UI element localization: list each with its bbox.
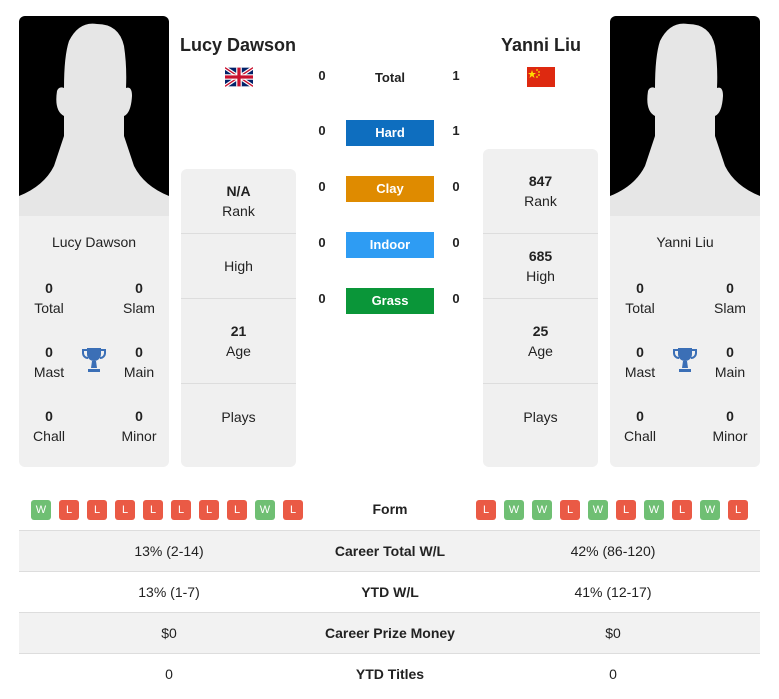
player2-form-badge[interactable]: W bbox=[588, 500, 608, 520]
player2-form-badge[interactable]: L bbox=[560, 500, 580, 520]
trophy-icon bbox=[673, 347, 697, 373]
title-chall: 0 Chall bbox=[624, 408, 656, 444]
p2-high: 685 High bbox=[483, 234, 598, 299]
surface-clay-button[interactable]: Clay bbox=[346, 176, 434, 202]
player1-name-heading[interactable]: Lucy Dawson bbox=[158, 35, 318, 56]
h2h-p2-indoor: 0 bbox=[452, 235, 460, 250]
surface-indoor-button[interactable]: Indoor bbox=[346, 232, 434, 258]
ytd-titles-row: 0 YTD Titles 0 bbox=[19, 653, 760, 694]
player-name: Yanni Liu bbox=[656, 234, 714, 250]
player1-form-badge[interactable]: W bbox=[255, 500, 275, 520]
player1-info-panel: N/A Rank High 21 Age Plays bbox=[181, 169, 296, 467]
player1-form-badge[interactable]: L bbox=[227, 500, 247, 520]
player1-form-badge[interactable]: W bbox=[31, 500, 51, 520]
p1-rank: N/A Rank bbox=[181, 169, 296, 234]
p1-age: 21 Age bbox=[181, 299, 296, 384]
player2-card: Yanni Liu 0 Total 0 Slam 0 Mast 0 Main 0 Chall 0 Mi… bbox=[610, 16, 760, 467]
p1-high: High bbox=[181, 234, 296, 299]
prize-row: $0 Career Prize Money $0 bbox=[19, 612, 760, 653]
title-mast: 0 Mast bbox=[33, 344, 65, 380]
player1-form-badge[interactable]: L bbox=[199, 500, 219, 520]
h2h-p1-grass: 0 bbox=[318, 291, 326, 306]
h2h-p2-grass: 0 bbox=[452, 291, 460, 306]
title-mast: 0 Mast bbox=[624, 344, 656, 380]
china-flag-icon bbox=[527, 67, 555, 87]
title-minor: 0 Minor bbox=[121, 408, 157, 444]
player1-form-badge[interactable]: L bbox=[171, 500, 191, 520]
h2h-p1-hard: 0 bbox=[318, 123, 326, 138]
title-slam: 0 Slam bbox=[714, 280, 746, 316]
title-main: 0 Main bbox=[123, 344, 155, 380]
ytd-wl-row: 13% (1-7) YTD W/L 41% (12-17) bbox=[19, 571, 760, 612]
player-photo-silhouette bbox=[19, 16, 169, 216]
h2h-p2-hard: 1 bbox=[452, 123, 460, 138]
p1-plays: Plays bbox=[221, 408, 256, 425]
form-label: Form bbox=[372, 501, 408, 517]
player2-form-badge[interactable]: W bbox=[700, 500, 720, 520]
title-main: 0 Main bbox=[714, 344, 746, 380]
player2-name-heading[interactable]: Yanni Liu bbox=[461, 35, 621, 56]
trophy-icon bbox=[82, 347, 106, 373]
h2h-p2-clay: 0 bbox=[452, 179, 460, 194]
h2h-total-label: Total bbox=[374, 70, 406, 85]
player1-form-badge[interactable]: L bbox=[87, 500, 107, 520]
h2h-p1-total: 0 bbox=[318, 68, 326, 83]
title-total: 0 Total bbox=[34, 280, 64, 316]
title-total: 0 Total bbox=[625, 280, 655, 316]
uk-flag-icon bbox=[223, 66, 255, 88]
p2-rank: 847 Rank bbox=[483, 149, 598, 234]
p2-age: 25 Age bbox=[483, 299, 598, 384]
player1-form-badge[interactable]: L bbox=[143, 500, 163, 520]
player1-form-badge[interactable]: L bbox=[59, 500, 79, 520]
title-chall: 0 Chall bbox=[33, 408, 65, 444]
p2-plays: Plays bbox=[523, 408, 558, 425]
h2h-p2-total: 1 bbox=[452, 68, 460, 83]
player-name: Lucy Dawson bbox=[51, 234, 137, 250]
h2h-p1-clay: 0 bbox=[318, 179, 326, 194]
player2-form-badge[interactable]: W bbox=[644, 500, 664, 520]
player1-card: Lucy Dawson 0 Total 0 Slam 0 Mast 0 Main 0 Chall 0… bbox=[19, 16, 169, 467]
surface-hard-button[interactable]: Hard bbox=[346, 120, 434, 146]
player-photo-silhouette bbox=[610, 16, 760, 216]
surface-grass-button[interactable]: Grass bbox=[346, 288, 434, 314]
player2-info-panel: 847 Rank 685 High 25 Age Plays bbox=[483, 149, 598, 467]
title-slam: 0 Slam bbox=[123, 280, 155, 316]
player2-form-badge[interactable]: L bbox=[672, 500, 692, 520]
career-wl-row: 13% (2-14) Career Total W/L 42% (86-120) bbox=[19, 530, 760, 571]
player2-form-badge[interactable]: L bbox=[728, 500, 748, 520]
player2-form-badge[interactable]: L bbox=[616, 500, 636, 520]
player1-form-badge[interactable]: L bbox=[115, 500, 135, 520]
title-minor: 0 Minor bbox=[712, 408, 748, 444]
player2-form-badge[interactable]: W bbox=[504, 500, 524, 520]
h2h-p1-indoor: 0 bbox=[318, 235, 326, 250]
player1-form-badge[interactable]: L bbox=[283, 500, 303, 520]
player2-form-badge[interactable]: W bbox=[532, 500, 552, 520]
player2-form-badge[interactable]: L bbox=[476, 500, 496, 520]
